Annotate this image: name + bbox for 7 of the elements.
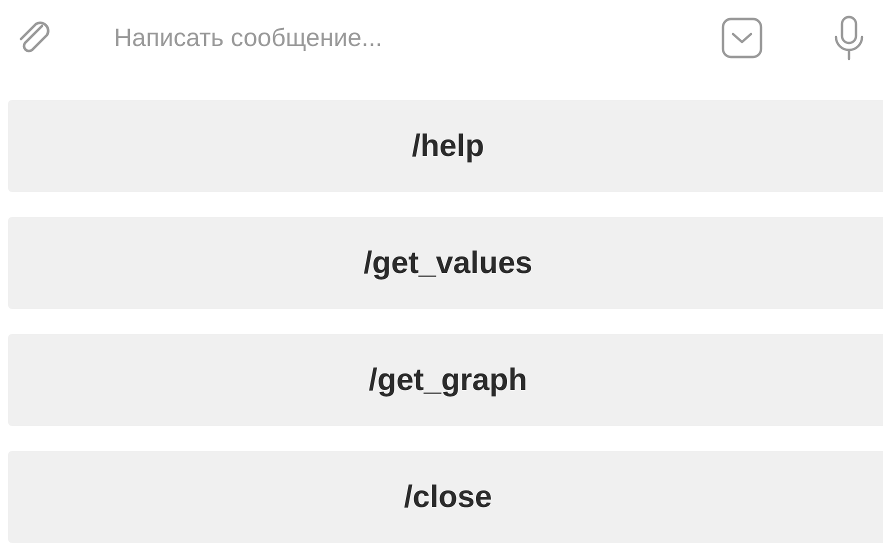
bot-command-button[interactable]: /get_graph	[8, 334, 883, 426]
microphone-icon[interactable]	[834, 15, 864, 61]
keyboard-toggle-icon[interactable]	[720, 16, 764, 60]
bot-command-button[interactable]: /get_values	[8, 217, 883, 309]
bot-command-button[interactable]: /close	[8, 451, 883, 543]
bot-command-button[interactable]: /help	[8, 100, 883, 192]
message-input-field[interactable]: Написать сообщение...	[112, 22, 676, 54]
